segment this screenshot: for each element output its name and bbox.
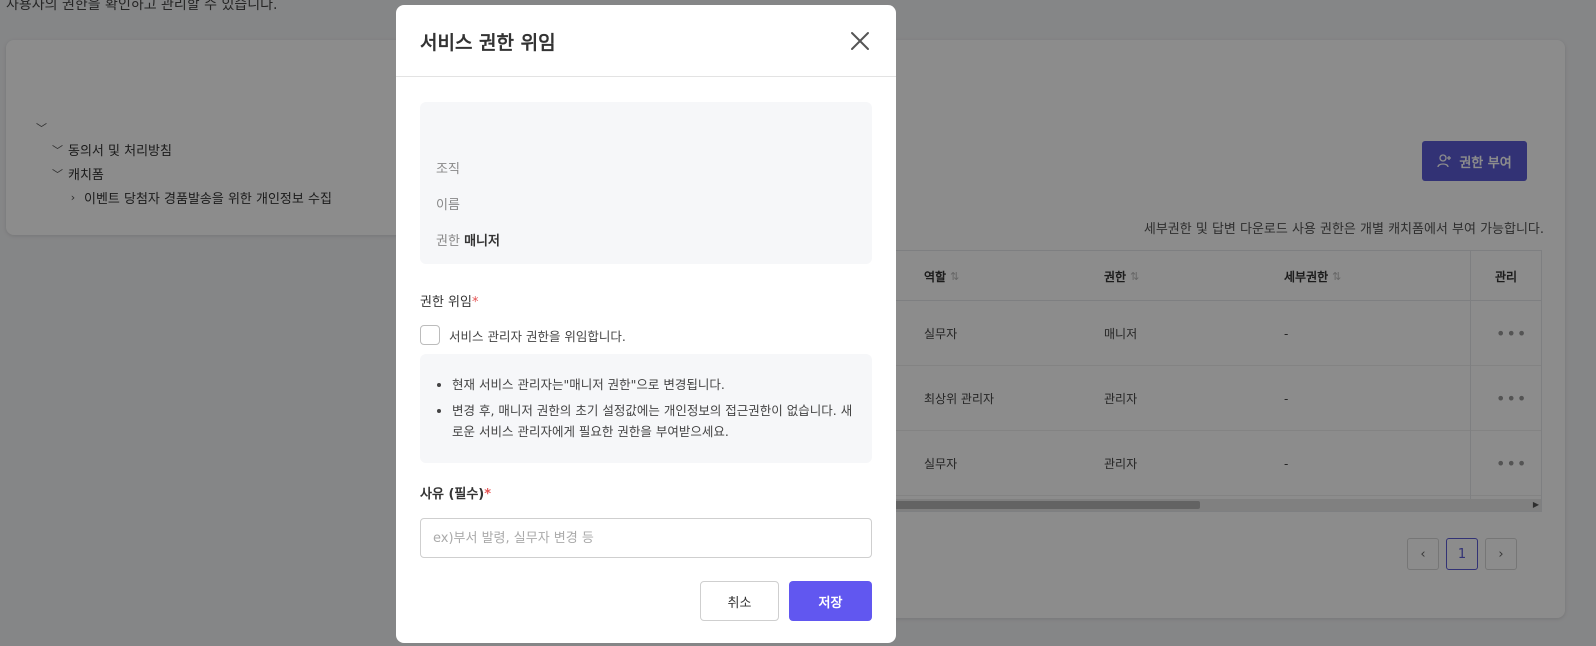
modal-header: 서비스 권한 위임	[396, 5, 896, 77]
info-permission: 권한 매니저	[436, 234, 500, 249]
close-icon[interactable]	[848, 29, 872, 53]
reason-label: 사유 (필수)*	[420, 487, 492, 502]
delegate-notice: 현재 서비스 관리자는"매니저 권한"으로 변경됩니다. 변경 후, 매니저 권…	[420, 354, 872, 463]
required-mark: *	[471, 295, 479, 310]
save-button[interactable]: 저장	[789, 581, 872, 621]
user-info-box: 조직 이름 권한 매니저	[420, 102, 872, 264]
cancel-button[interactable]: 취소	[700, 581, 779, 621]
delegate-permission-modal: 서비스 권한 위임 조직 이름 권한 매니저 권한 위임* 서비스 관리자 권한…	[396, 5, 896, 643]
info-org: 조직	[436, 162, 460, 177]
reason-input[interactable]	[420, 518, 872, 558]
delegate-checkbox[interactable]	[420, 325, 440, 345]
required-mark: *	[484, 487, 492, 502]
notice-item: 현재 서비스 관리자는"매니저 권한"으로 변경됩니다.	[452, 374, 856, 395]
info-permission-value: 매니저	[464, 234, 500, 249]
modal-title: 서비스 권한 위임	[420, 32, 556, 54]
info-name: 이름	[436, 198, 460, 213]
delegate-label: 권한 위임*	[420, 295, 479, 310]
delegate-checkbox-row[interactable]: 서비스 관리자 권한을 위임합니다.	[420, 325, 626, 345]
notice-item: 변경 후, 매니저 권한의 초기 설정값에는 개인정보의 접근권한이 없습니다.…	[452, 400, 856, 442]
delegate-checkbox-label[interactable]: 서비스 관리자 권한을 위임합니다.	[449, 326, 626, 345]
